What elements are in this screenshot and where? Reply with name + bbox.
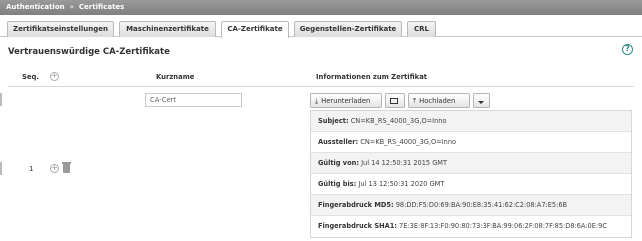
- detail-valid-from: Gültig von: Jul 14 12:50:31 2015 GMT: [311, 153, 631, 174]
- detail-label: Gültig bis:: [318, 180, 357, 188]
- download-label: Herunterladen: [321, 97, 371, 105]
- breadcrumb-current: Certificates: [78, 3, 125, 11]
- column-header-shortname: Kurzname: [156, 73, 195, 81]
- detail-sha1: Fingerabdruck SHA1: 7E:3E:8F:13:F0:90:80…: [311, 216, 631, 237]
- tab-bar: Zertifikatseinstellungen Maschinenzertif…: [0, 15, 642, 38]
- detail-value: Jul 13 12:50:31 2020 GMT: [358, 180, 445, 188]
- detail-label: Gültig von:: [318, 159, 359, 167]
- help-icon[interactable]: ?: [622, 44, 633, 55]
- tab-zertifikatseinstellungen[interactable]: Zertifikatseinstellungen: [7, 21, 114, 37]
- detail-value: CN=KB_RS_4000_3G,O=Inno: [360, 138, 457, 146]
- column-header-seq: Seq.: [22, 73, 39, 81]
- detail-label: Fingerabdruck SHA1:: [318, 222, 397, 230]
- header-divider: [8, 86, 634, 87]
- trash-icon[interactable]: [62, 162, 71, 173]
- upload-icon: ⤒: [413, 97, 417, 105]
- detail-value: Jul 14 12:50:31 2015 GMT: [361, 159, 448, 167]
- insert-row-icon[interactable]: +: [50, 164, 59, 173]
- browse-button[interactable]: [385, 93, 405, 108]
- section-title: Vertrauenswürdige CA-Zertifikate: [8, 47, 170, 57]
- add-row-icon[interactable]: +: [50, 72, 59, 81]
- detail-md5: Fingerabdruck MD5: 98:DD:F5:D0:69:BA:90:…: [311, 195, 631, 216]
- row-marker: [0, 162, 2, 175]
- breadcrumb: Authentication » Certificates: [0, 0, 642, 15]
- download-icon: ⤓: [315, 97, 319, 105]
- tab-maschinenzertifikate[interactable]: Maschinenzertifikate: [119, 21, 216, 37]
- detail-label: Aussteller:: [318, 138, 359, 146]
- upload-label: Hochladen: [419, 97, 456, 105]
- tab-ca-zertifikate[interactable]: CA-Zertifikate: [221, 21, 289, 38]
- chevron-down-icon: [478, 101, 484, 104]
- dropdown-button[interactable]: [473, 93, 490, 108]
- row-marker: [0, 93, 2, 106]
- breadcrumb-root[interactable]: Authentication: [6, 3, 65, 11]
- upload-button[interactable]: ⤒ Hochladen: [408, 93, 470, 108]
- detail-value: CN=KB_RS_4000_3G,O=Inno: [350, 117, 447, 125]
- detail-value: 98:DD:F5:D0:69:BA:90:E8:35:41:62:C2:08:A…: [395, 201, 568, 209]
- detail-valid-to: Gültig bis: Jul 13 12:50:31 2020 GMT: [311, 174, 631, 195]
- row-seq: 1: [29, 165, 34, 173]
- detail-issuer: Aussteller: CN=KB_RS_4000_3G,O=Inno: [311, 132, 631, 153]
- detail-value: 7E:3E:8F:13:F0:90:80:73:3F:BA:99:06:2F:0…: [399, 222, 607, 230]
- breadcrumb-separator: »: [69, 3, 74, 11]
- detail-label: Subject:: [318, 117, 349, 125]
- detail-subject: Subject: CN=KB_RS_4000_3G,O=Inno: [311, 111, 631, 132]
- certificate-details: Subject: CN=KB_RS_4000_3G,O=Inno Ausstel…: [310, 110, 632, 238]
- tab-crl[interactable]: CRL: [407, 21, 436, 37]
- column-header-info: Informationen zum Zertifikat: [316, 73, 428, 81]
- tab-gegenstellen-zertifikate[interactable]: Gegenstellen-Zertifikate: [294, 21, 402, 37]
- shortname-input[interactable]: CA-Cert: [145, 93, 242, 107]
- detail-label: Fingerabdruck MD5:: [318, 201, 394, 209]
- download-button[interactable]: ⤓ Herunterladen: [310, 93, 382, 108]
- folder-icon: [390, 98, 398, 104]
